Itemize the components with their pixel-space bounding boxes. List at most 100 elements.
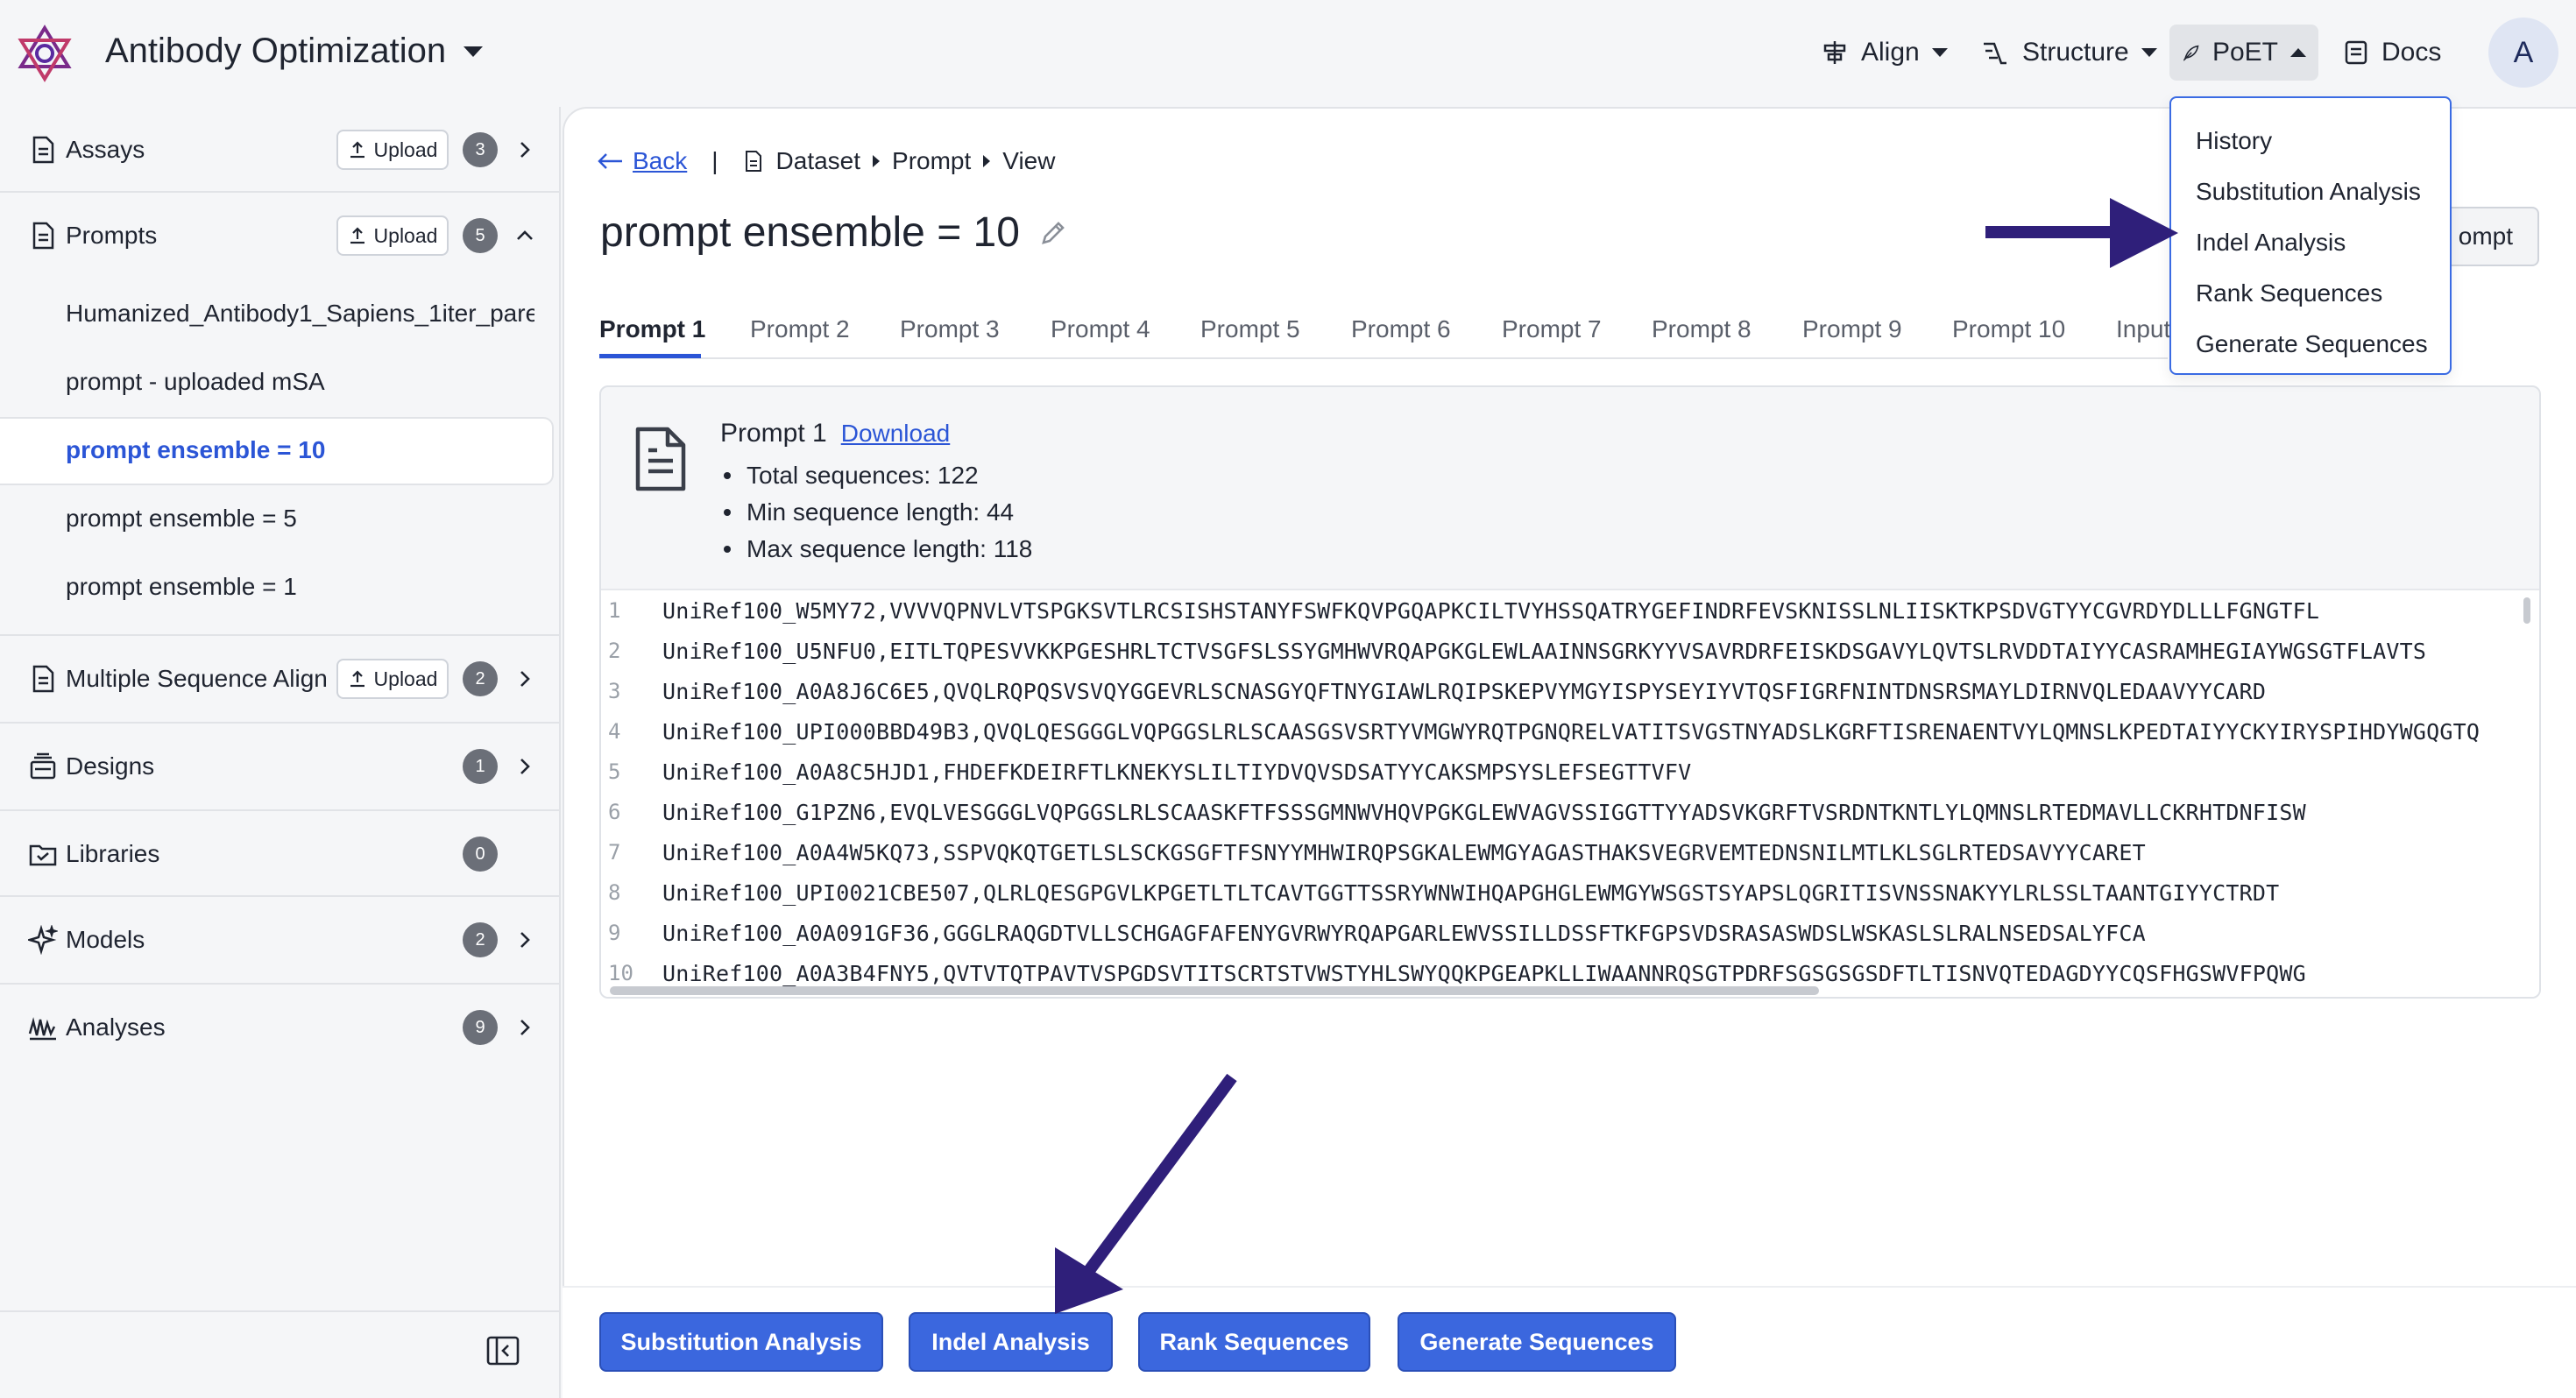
sidebar-section-label: Libraries xyxy=(66,840,160,867)
tab-prompt-1[interactable]: Prompt 1 xyxy=(599,315,705,343)
breadcrumb-prompt[interactable]: Prompt xyxy=(892,147,971,175)
active-tab-indicator xyxy=(599,354,701,358)
chevron-right-icon[interactable] xyxy=(515,757,534,776)
feather-pen-icon xyxy=(2183,45,2199,62)
document-icon xyxy=(32,222,54,250)
sidebar-section-designs[interactable]: Designs 1 xyxy=(0,724,561,809)
count-badge: 0 xyxy=(463,837,498,872)
sidebar-section-analyses[interactable]: Analyses 9 xyxy=(0,985,561,1070)
line-number: 5 xyxy=(608,759,621,784)
menu-item-generate-sequences[interactable]: Generate Sequences xyxy=(2171,319,2450,370)
poet-menu-button[interactable]: PoET xyxy=(2169,25,2318,81)
tab-prompt-9[interactable]: Prompt 9 xyxy=(1802,315,1902,343)
tab-prompt-3[interactable]: Prompt 3 xyxy=(900,315,1000,343)
book-icon xyxy=(2345,40,2367,65)
tab-prompt-6[interactable]: Prompt 6 xyxy=(1351,315,1451,343)
line-number: 1 xyxy=(608,598,621,623)
tabs-divider xyxy=(599,357,2168,359)
project-selector[interactable]: Antibody Optimization xyxy=(105,32,484,71)
indel-analysis-button[interactable]: Indel Analysis xyxy=(909,1312,1113,1372)
document-icon xyxy=(32,136,54,164)
line-number: 7 xyxy=(608,840,621,865)
chevron-up-icon xyxy=(2290,48,2306,57)
app-logo-icon[interactable] xyxy=(16,25,74,82)
prompts-upload-button[interactable]: Upload xyxy=(336,215,449,256)
line-number: 10 xyxy=(608,961,633,985)
menu-item-indel-analysis[interactable]: Indel Analysis xyxy=(2171,217,2450,268)
tab-prompt-10[interactable]: Prompt 10 xyxy=(1952,315,2065,343)
assays-upload-button[interactable]: Upload xyxy=(336,130,449,170)
back-link[interactable]: Back xyxy=(598,147,687,175)
menu-item-substitution-analysis[interactable]: Substitution Analysis xyxy=(2171,166,2450,217)
prompt-card: Prompt 1 Download Total sequences: 122 M… xyxy=(599,385,2541,999)
generate-sequences-button[interactable]: Generate Sequences xyxy=(1398,1312,1676,1372)
back-label: Back xyxy=(633,147,688,174)
horizontal-scrollbar[interactable] xyxy=(610,986,1819,995)
download-link[interactable]: Download xyxy=(841,420,951,448)
menu-item-rank-sequences[interactable]: Rank Sequences xyxy=(2171,268,2450,319)
user-avatar[interactable]: A xyxy=(2488,18,2558,88)
poet-label: PoET xyxy=(2212,38,2278,67)
count-badge: 2 xyxy=(463,922,498,957)
vertical-scrollbar[interactable] xyxy=(2523,597,2530,624)
sidebar-section-libraries[interactable]: Libraries 0 xyxy=(0,811,561,897)
sidebar-section-label: Models xyxy=(66,926,145,953)
collapse-sidebar-icon[interactable] xyxy=(485,1335,520,1366)
arrow-left-icon xyxy=(598,153,622,169)
count-badge: 3 xyxy=(463,132,498,167)
chevron-right-icon[interactable] xyxy=(515,669,534,688)
prompt-list-item[interactable]: prompt - uploaded mSA xyxy=(66,368,325,396)
sequence-viewer[interactable]: 1 UniRef100_W5MY72,VVVVQPNVLVTSPGKSVTLRCS… xyxy=(601,589,2539,997)
caret-right-icon xyxy=(983,155,991,167)
align-menu-button[interactable]: Align xyxy=(1808,25,1960,81)
upload-icon xyxy=(350,227,364,244)
line-number: 2 xyxy=(608,639,621,663)
caret-right-icon xyxy=(873,155,881,167)
sidebar-section-prompts[interactable]: Prompts Upload 5 xyxy=(0,193,561,279)
chevron-down-icon xyxy=(1931,48,1948,57)
tab-prompt-8[interactable]: Prompt 8 xyxy=(1652,315,1752,343)
chevron-right-icon[interactable] xyxy=(515,140,534,159)
project-title: Antibody Optimization xyxy=(105,32,447,70)
prompt-list-item[interactable]: Humanized_Antibody1_Sapiens_1iter_parent xyxy=(66,300,534,328)
line-number: 8 xyxy=(608,880,621,905)
breadcrumb-dataset[interactable]: Dataset xyxy=(776,147,861,175)
sidebar-section-assays[interactable]: Assays Upload 3 xyxy=(0,107,561,193)
sidebar-section-label: Assays xyxy=(66,136,145,163)
chevron-right-icon[interactable] xyxy=(515,1018,534,1037)
chevron-up-icon[interactable] xyxy=(515,226,534,245)
prompt-list-item[interactable]: prompt ensemble = 1 xyxy=(66,573,297,601)
tab-prompt-2[interactable]: Prompt 2 xyxy=(750,315,850,343)
sequence-text: UniRef100_A0A3B4FNY5,QVTVTQTPAVTVSPGDSVT… xyxy=(662,960,2306,986)
tab-prompt-7[interactable]: Prompt 7 xyxy=(1502,315,1602,343)
structure-menu-button[interactable]: Structure xyxy=(1968,25,2169,81)
tab-input[interactable]: Input xyxy=(2116,315,2170,343)
chevron-right-icon[interactable] xyxy=(515,930,534,950)
sequence-text: UniRef100_A0A4W5KQ73,SSPVQKQTGETLSLSCKGS… xyxy=(662,839,2146,865)
count-badge: 9 xyxy=(463,1010,498,1045)
sequence-line: 9 UniRef100_A0A091GF36,GGGLRAQGDTVLLSCHGA… xyxy=(601,913,2146,953)
prompt-card-title: Prompt 1 Download xyxy=(720,419,950,448)
line-number: 3 xyxy=(608,679,621,703)
sequence-line: 1 UniRef100_W5MY72,VVVVQPNVLVTSPGKSVTLRCS… xyxy=(601,590,2319,631)
prompt-list-item-selected[interactable]: prompt ensemble = 10 xyxy=(0,417,554,485)
sidebar-section-models[interactable]: Models 2 xyxy=(0,897,561,983)
msa-upload-button[interactable]: Upload xyxy=(336,659,449,699)
sidebar-section-msa[interactable]: Multiple Sequence Alignments Upload 2 xyxy=(0,636,561,722)
document-icon xyxy=(32,665,54,693)
substitution-analysis-button[interactable]: Substitution Analysis xyxy=(599,1312,883,1372)
prompt-list-item[interactable]: prompt ensemble = 5 xyxy=(66,505,297,533)
tab-prompt-5[interactable]: Prompt 5 xyxy=(1200,315,1300,343)
align-label: Align xyxy=(1861,38,1920,67)
pencil-icon[interactable] xyxy=(1039,219,1067,247)
rank-sequences-button[interactable]: Rank Sequences xyxy=(1138,1312,1370,1372)
stat-max-length: Max sequence length: 118 xyxy=(724,531,1032,568)
docs-button[interactable]: Docs xyxy=(2331,25,2453,81)
document-icon xyxy=(635,427,686,491)
sequence-text: UniRef100_UPI0021CBE507,QLRLQESGPGVLKPGE… xyxy=(662,879,2280,906)
waveform-icon xyxy=(28,1017,56,1041)
sequence-line: 4 UniRef100_UPI000BBD49B3,QVQLQESGGGLVQPG… xyxy=(601,711,2480,752)
sparkle-icon xyxy=(28,925,58,955)
menu-item-history[interactable]: History xyxy=(2171,116,2450,166)
tab-prompt-4[interactable]: Prompt 4 xyxy=(1051,315,1150,343)
